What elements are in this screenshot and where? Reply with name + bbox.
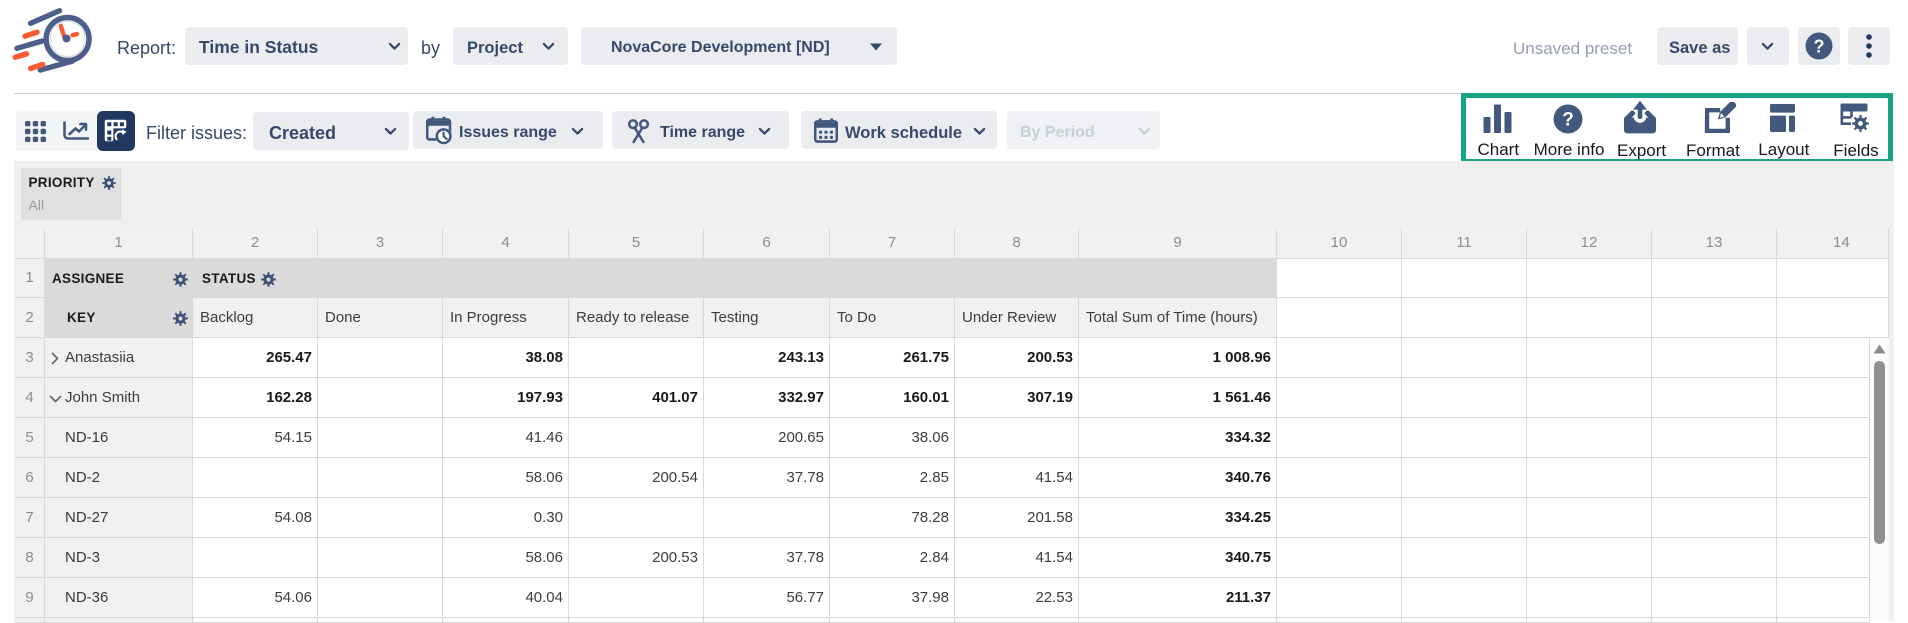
svg-text:?: ? <box>1562 110 1574 131</box>
svg-text:?: ? <box>1814 37 1825 57</box>
